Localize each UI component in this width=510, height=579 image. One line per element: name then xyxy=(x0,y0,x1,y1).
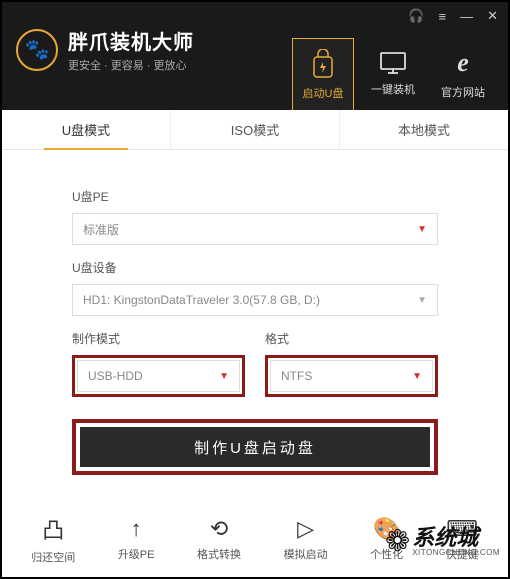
bottom-toolbar: 凸 归还空间 ↑ 升级PE ⟲ 格式转换 ▷ 模拟启动 🎨 个性化 ⌨ 快捷键 … xyxy=(2,501,508,577)
tool-return-space[interactable]: 凸 归还空间 xyxy=(31,513,75,565)
play-icon: ▷ xyxy=(297,516,314,542)
format-select[interactable]: NTFS ▼ xyxy=(270,360,433,392)
minimize-icon[interactable]: — xyxy=(460,9,473,24)
highlight-box: NTFS ▼ xyxy=(265,355,438,397)
chevron-down-icon: ▼ xyxy=(417,295,427,306)
tool-format-convert[interactable]: ⟲ 格式转换 xyxy=(197,516,241,562)
format-value: NTFS xyxy=(281,369,312,383)
tool-label: 升级PE xyxy=(118,546,155,562)
menu-icon[interactable]: ≡ xyxy=(439,9,447,24)
highlight-box: 制作U盘启动盘 xyxy=(72,419,438,475)
app-title: 胖爪装机大师 xyxy=(68,26,194,55)
usb-lock-icon xyxy=(310,49,336,79)
logo: 🐾 xyxy=(16,29,58,71)
device-label: U盘设备 xyxy=(72,259,438,276)
support-icon[interactable]: 🎧 xyxy=(408,8,424,24)
mode-label: 制作模式 xyxy=(72,330,245,347)
chevron-down-icon: ▼ xyxy=(219,371,229,382)
watermark-title: 系统城 xyxy=(412,527,500,549)
monitor-icon xyxy=(379,51,407,75)
tool-label: 归还空间 xyxy=(31,549,75,565)
nav-label: 官方网站 xyxy=(441,84,485,100)
mode-select[interactable]: USB-HDD ▼ xyxy=(77,360,240,392)
refresh-icon: ⟲ xyxy=(210,516,228,542)
nav-label: 一键装机 xyxy=(371,81,415,97)
nav-one-click[interactable]: 一键装机 xyxy=(362,38,424,110)
watermark-url: XITONGCHENG.COM xyxy=(412,549,500,557)
tool-label: 格式转换 xyxy=(197,546,241,562)
nav-boot-usb[interactable]: 启动U盘 xyxy=(292,38,354,110)
device-value: HD1: KingstonDataTraveler 3.0(57.8 GB, D… xyxy=(83,293,320,307)
tab-iso-mode[interactable]: ISO模式 xyxy=(171,110,340,149)
mode-value: USB-HDD xyxy=(88,369,143,383)
header-nav: 启动U盘 一键装机 e 官方网站 xyxy=(292,38,494,110)
arrow-up-icon: ↑ xyxy=(131,516,142,542)
chevron-down-icon: ▼ xyxy=(412,371,422,382)
chevron-down-icon: ▼ xyxy=(417,224,427,235)
tool-upgrade-pe[interactable]: ↑ 升级PE xyxy=(118,516,155,562)
pe-select[interactable]: 标准版 ▼ xyxy=(72,213,438,245)
titlebar: 🎧 ≡ — ✕ xyxy=(408,8,498,24)
create-boot-button[interactable]: 制作U盘启动盘 xyxy=(80,427,430,467)
ie-icon: e xyxy=(457,48,469,78)
header: 🎧 ≡ — ✕ 🐾 胖爪装机大师 更安全 · 更容易 · 更放心 启动U盘 一键… xyxy=(2,2,508,110)
box-icon: 凸 xyxy=(42,513,64,545)
watermark: ❁ 系统城 XITONGCHENG.COM xyxy=(385,524,500,559)
close-icon[interactable]: ✕ xyxy=(487,8,498,24)
app-subtitle: 更安全 · 更容易 · 更放心 xyxy=(68,57,194,73)
pe-value: 标准版 xyxy=(83,221,119,238)
nav-website[interactable]: e 官方网站 xyxy=(432,38,494,110)
format-label: 格式 xyxy=(265,330,438,347)
mode-tabs: U盘模式 ISO模式 本地模式 xyxy=(2,110,508,150)
highlight-box: USB-HDD ▼ xyxy=(72,355,245,397)
tool-label: 模拟启动 xyxy=(284,546,328,562)
tab-usb-mode[interactable]: U盘模式 xyxy=(2,110,171,149)
tab-local-mode[interactable]: 本地模式 xyxy=(340,110,508,149)
gear-icon: ❁ xyxy=(385,524,410,559)
device-select[interactable]: HD1: KingstonDataTraveler 3.0(57.8 GB, D… xyxy=(72,284,438,316)
tool-simulate-boot[interactable]: ▷ 模拟启动 xyxy=(284,516,328,562)
paw-icon: 🐾 xyxy=(25,37,50,62)
pe-label: U盘PE xyxy=(72,188,438,205)
brand: 🐾 胖爪装机大师 更安全 · 更容易 · 更放心 xyxy=(16,26,194,73)
nav-label: 启动U盘 xyxy=(303,85,344,101)
form: U盘PE 标准版 ▼ U盘设备 HD1: KingstonDataTravele… xyxy=(2,150,508,485)
